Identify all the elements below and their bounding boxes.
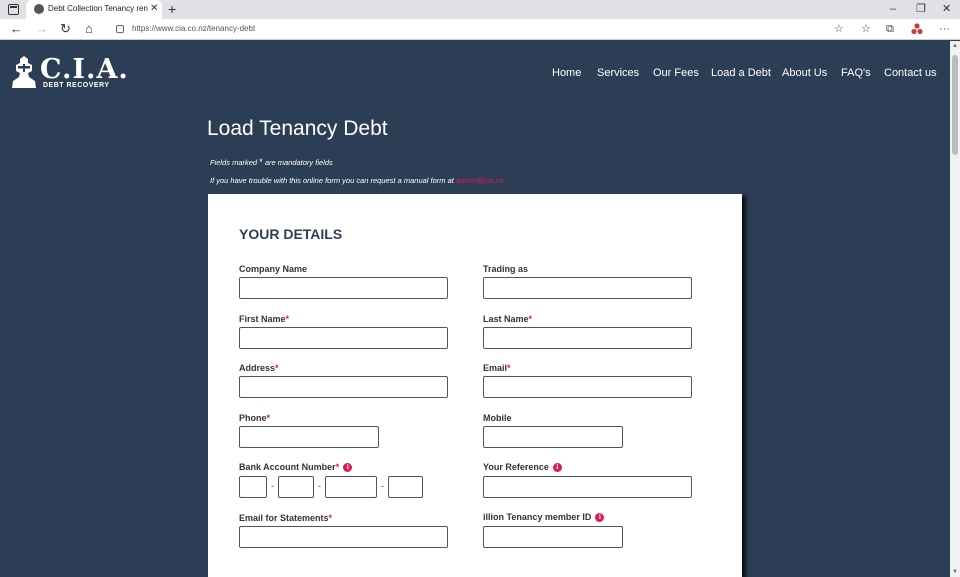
required-mark: *	[528, 314, 533, 324]
email-label: Email*	[483, 363, 511, 373]
back-icon[interactable]: ←	[10, 22, 23, 36]
site-favicon-icon	[34, 4, 44, 14]
address-label: Address*	[239, 363, 279, 373]
browser-tab-bar: Debt Collection Tenancy rent an ✕ + – ❐ …	[0, 0, 960, 19]
trading-as-label: Trading as	[483, 264, 528, 274]
window-close-icon[interactable]: ✕	[942, 2, 951, 16]
last-name-label-text: Last Name	[483, 314, 529, 324]
required-mark: *	[507, 363, 511, 373]
illion-id-label: illion Tenancy member ID i	[483, 512, 605, 522]
mandatory-suffix: are mandatory fields	[264, 158, 333, 167]
info-icon[interactable]: i	[595, 513, 605, 522]
knight-icon	[12, 56, 36, 88]
your-reference-input[interactable]	[483, 476, 692, 498]
home-icon[interactable]: ⌂	[85, 22, 93, 36]
trouble-text: If you have trouble with this online for…	[210, 176, 454, 185]
company-name-label-text: Company Name	[239, 264, 308, 274]
info-icon[interactable]: i	[552, 463, 562, 472]
email-statements-label: Email for Statements*	[239, 513, 332, 523]
first-name-input[interactable]	[239, 327, 448, 349]
scroll-thumb[interactable]	[952, 55, 958, 155]
email-statements-input[interactable]	[239, 526, 448, 548]
nav-load-debt[interactable]: Load a Debt	[711, 67, 771, 79]
forward-icon[interactable]: →	[35, 22, 48, 36]
phone-input[interactable]	[239, 426, 379, 448]
bank-dash: -	[318, 481, 321, 491]
mandatory-note: Fields marked * are mandatory fields	[210, 157, 333, 167]
mobile-label: Mobile	[483, 413, 512, 423]
new-tab-icon[interactable]: +	[168, 1, 176, 17]
nav-about[interactable]: About Us	[782, 67, 827, 79]
illion-id-label-text: illion Tenancy member ID	[483, 512, 592, 522]
page-title: Load Tenancy Debt	[207, 117, 388, 140]
bank-dash: -	[381, 481, 384, 491]
nav-faqs[interactable]: FAQ's	[841, 67, 871, 79]
phone-label: Phone*	[239, 413, 270, 423]
scroll-down-icon[interactable]: ▼	[952, 569, 958, 575]
trading-as-input[interactable]	[483, 277, 692, 299]
nav-home[interactable]: Home	[552, 67, 581, 79]
nav-our-fees[interactable]: Our Fees	[653, 67, 699, 79]
collections-icon[interactable]: ⧉	[886, 23, 894, 35]
required-mark: *	[335, 462, 340, 472]
required-mark: *	[285, 314, 290, 324]
tab-actions-icon[interactable]	[8, 4, 19, 15]
email-input[interactable]	[483, 376, 692, 398]
tab-close-icon[interactable]: ✕	[150, 3, 158, 15]
scroll-up-icon[interactable]: ▲	[952, 43, 958, 49]
last-name-input[interactable]	[483, 327, 692, 349]
favorites-add-icon[interactable]: ☆	[834, 23, 844, 35]
browser-address-bar: ← → ↻ ⌂ https://www.cia.co.nz/tenancy-de…	[0, 19, 960, 40]
logo-text: C.I.A.	[40, 54, 129, 85]
your-details-title: YOUR DETAILS	[239, 226, 343, 242]
page-scrollbar[interactable]: ▲ ▼	[950, 41, 960, 577]
lock-icon[interactable]	[116, 25, 124, 33]
mobile-label-text: Mobile	[483, 413, 512, 423]
your-reference-label-text: Your Reference	[483, 462, 549, 472]
mandatory-prefix: Fields marked	[210, 158, 258, 167]
required-mark: *	[275, 363, 279, 373]
phone-label-text: Phone	[239, 413, 267, 423]
your-reference-label: Your Reference i	[483, 462, 562, 472]
bank-account-label-text: Bank Account Number	[239, 462, 336, 472]
nav-services[interactable]: Services	[597, 67, 639, 79]
required-mark: *	[266, 413, 271, 423]
info-icon[interactable]: i	[343, 463, 353, 472]
account-number-input[interactable]	[325, 476, 377, 498]
bank-dash: -	[271, 481, 274, 491]
trading-as-label-text: Trading as	[483, 264, 529, 274]
extension-icon[interactable]	[911, 23, 923, 35]
email-label-text: Email	[483, 363, 508, 373]
branch-code-input[interactable]	[278, 476, 314, 498]
trouble-note: If you have trouble with this online for…	[210, 176, 504, 185]
first-name-label: First Name*	[239, 314, 289, 324]
first-name-label-text: First Name	[239, 314, 286, 324]
nav-contact[interactable]: Contact us	[884, 67, 937, 79]
minimize-icon[interactable]: –	[890, 2, 896, 16]
bank-code-input[interactable]	[239, 476, 267, 498]
company-name-input[interactable]	[239, 277, 448, 299]
company-name-label: Company Name	[239, 264, 307, 274]
illion-id-input[interactable]	[483, 526, 623, 548]
bank-account-label: Bank Account Number* i	[239, 462, 353, 472]
email-statements-label-text: Email for Statements	[239, 513, 329, 523]
mobile-input[interactable]	[483, 426, 623, 448]
address-input[interactable]	[239, 376, 448, 398]
mandatory-star: *	[259, 157, 263, 167]
required-mark: *	[328, 513, 333, 523]
address-label-text: Address	[239, 363, 276, 373]
url-field[interactable]: https://www.cia.co.nz/tenancy-debt	[132, 24, 255, 33]
refresh-icon[interactable]: ↻	[60, 22, 71, 36]
admin-email-link[interactable]: admin@cia.nz	[456, 176, 504, 185]
tab-title: Debt Collection Tenancy rent an	[48, 4, 148, 13]
more-icon[interactable]: ···	[939, 23, 950, 35]
browser-tab[interactable]: Debt Collection Tenancy rent an ✕	[26, 0, 162, 19]
last-name-label: Last Name*	[483, 314, 532, 324]
restore-icon[interactable]: ❐	[916, 2, 926, 16]
favorites-icon[interactable]: ☆	[861, 23, 871, 35]
logo-subtitle: DEBT RECOVERY	[43, 82, 110, 89]
account-suffix-input[interactable]	[388, 476, 423, 498]
